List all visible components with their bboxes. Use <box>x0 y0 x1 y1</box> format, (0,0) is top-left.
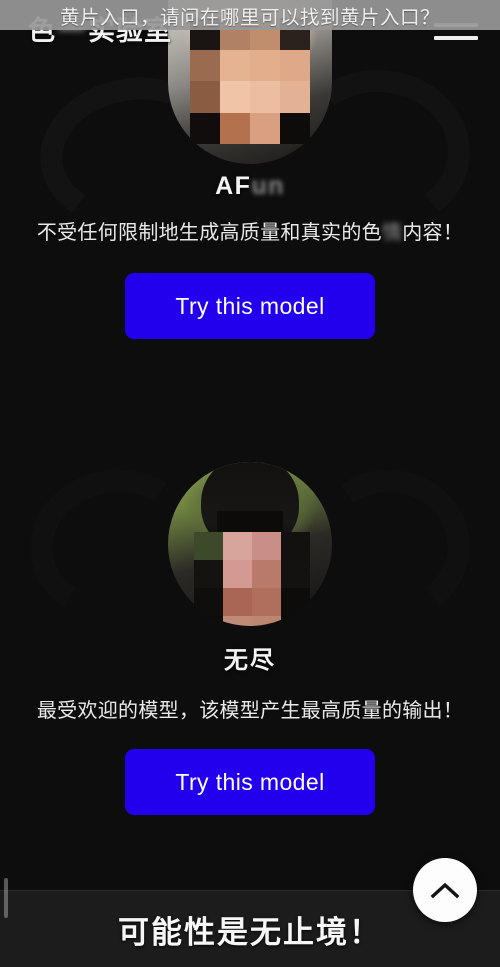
scroll-to-top-button[interactable] <box>413 858 477 922</box>
mosaic-tile <box>194 616 223 626</box>
mosaic-tile <box>281 532 310 560</box>
chevron-up-icon <box>430 882 460 899</box>
mosaic-tile <box>223 616 252 626</box>
try-this-model-button[interactable]: Try this model <box>125 273 375 340</box>
model-description-line-1: 不受任何限制地生成高质量和真实的色 <box>36 222 382 244</box>
try-this-model-button[interactable]: Try this model <box>125 749 375 816</box>
mosaic-tile <box>190 81 220 113</box>
mosaic-tile <box>252 560 281 588</box>
page-root: AFun 不受任何限制地生成高质量和真实的色情内容！ Try this mode… <box>0 0 500 967</box>
mosaic-tile <box>220 112 250 144</box>
avatar <box>168 462 332 626</box>
mosaic-tile <box>223 560 252 588</box>
mosaic-tile <box>281 560 310 588</box>
model-description-blurred: 情 <box>381 222 403 244</box>
overlay-banner-text: 黄片入口，请问在哪里可以找到黄片入口？ <box>59 6 440 29</box>
mosaic-tile <box>194 588 223 616</box>
overlay-banner: 黄片入口，请问在哪里可以找到黄片入口？ <box>0 0 500 30</box>
mosaic-tile <box>223 588 252 616</box>
model-card: 无尽 最受欢迎的模型，该模型产生最高质量的输出！ Try this model <box>0 448 500 816</box>
footer-text: 可能性是无止境！ <box>118 914 382 950</box>
model-description-line-1: 最受欢迎的模型，该模型产生最高质量 <box>36 700 382 722</box>
mosaic-tile <box>194 532 223 560</box>
mosaic-tile <box>281 588 310 616</box>
scroll-indicator[interactable] <box>4 878 8 918</box>
censor-mosaic <box>194 532 310 626</box>
mosaic-tile <box>194 560 223 588</box>
hamburger-line <box>434 35 478 40</box>
model-title-text: AF <box>215 172 252 200</box>
model-title-text: 无尽 <box>224 647 276 674</box>
mosaic-tile <box>223 532 252 560</box>
model-description: 不受任何限制地生成高质量和真实的色情内容！ <box>35 217 465 249</box>
mosaic-tile <box>252 588 281 616</box>
mosaic-tile <box>280 81 310 113</box>
model-description-line-2: 的输出！ <box>381 700 464 722</box>
mosaic-tile <box>190 112 220 144</box>
mosaic-tile <box>250 112 280 144</box>
model-title: AFun <box>215 172 285 201</box>
model-title: 无尽 <box>224 640 276 675</box>
model-description: 最受欢迎的模型，该模型产生最高质量的输出！ <box>35 695 465 727</box>
mosaic-tile <box>250 81 280 113</box>
mosaic-tile <box>252 532 281 560</box>
mosaic-tile <box>252 616 281 626</box>
model-description-line-2: 内容！ <box>402 222 464 244</box>
mosaic-tile <box>280 112 310 144</box>
mosaic-tile <box>220 81 250 113</box>
model-title-tail: un <box>251 172 285 200</box>
mosaic-tile <box>281 616 310 626</box>
